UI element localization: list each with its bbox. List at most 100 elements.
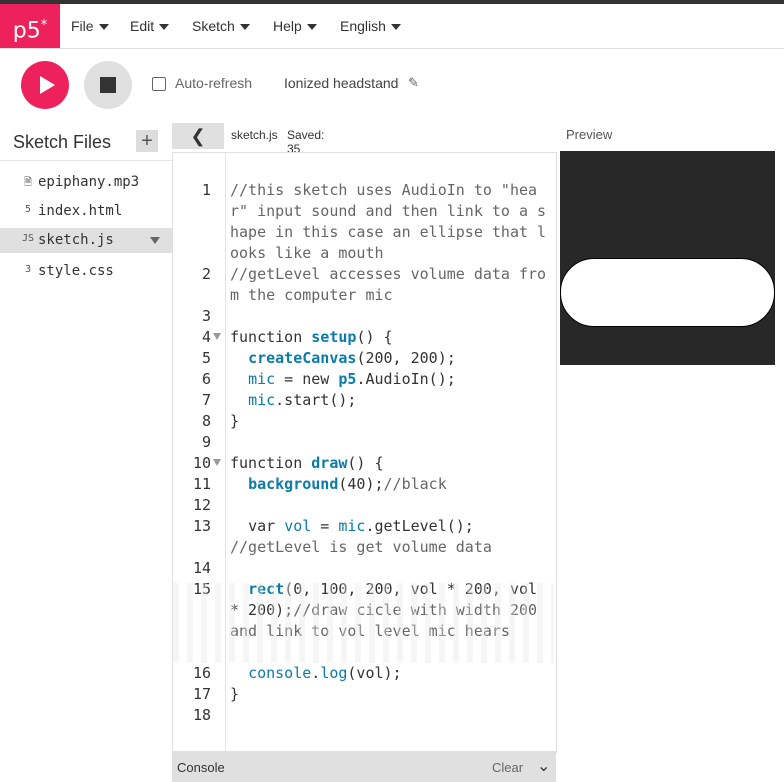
- console-clear-button[interactable]: Clear: [492, 760, 523, 775]
- code-token: = new: [275, 370, 339, 388]
- js-icon: JS: [21, 233, 35, 244]
- rect-shape: [560, 258, 775, 327]
- divider: [0, 160, 172, 161]
- fold-arrow-icon[interactable]: [213, 333, 221, 340]
- code-token: setup: [311, 328, 357, 346]
- file-item-style[interactable]: 3 style.css: [0, 259, 172, 284]
- console-label: Console: [177, 760, 225, 775]
- line-number: 10: [192, 454, 211, 472]
- toolbar: Auto-refresh Ionized headstand ✎: [0, 49, 784, 121]
- menu-language-label: English: [340, 18, 386, 34]
- code-token: vol: [284, 517, 312, 535]
- preview-label: Preview: [566, 127, 613, 142]
- line-number: 16: [192, 664, 211, 682]
- project-name[interactable]: Ionized headstand: [284, 75, 398, 91]
- stop-button[interactable]: [84, 61, 132, 109]
- line-number: 1: [201, 181, 211, 199]
- chevron-down-icon: [98, 24, 109, 31]
- sidebar-title: Sketch Files: [13, 132, 112, 152]
- menu-file-label: File: [71, 18, 94, 34]
- code-token: console: [248, 664, 312, 682]
- code-line-2: //getLevel accesses volume data from the…: [230, 265, 547, 304]
- nav-bar: p5* File Edit Sketch Help English: [0, 4, 784, 49]
- pencil-icon[interactable]: ✎: [408, 75, 419, 91]
- code-token: .getLevel();: [365, 517, 474, 535]
- line-number: 3: [201, 307, 211, 325]
- stop-icon: [100, 77, 116, 93]
- code-token: var: [248, 517, 285, 535]
- file-name: style.css: [38, 263, 114, 279]
- code-line-1: //this sketch uses AudioIn to "hear" inp…: [230, 181, 547, 262]
- menu-file[interactable]: File: [71, 4, 109, 48]
- code-token: =: [311, 517, 339, 535]
- chevron-down-icon: [306, 24, 317, 31]
- collapse-sidebar-button[interactable]: ❮: [172, 123, 224, 149]
- code-line-15: rect(0, 100, 200, vol * 200, vol * 200);…: [230, 579, 550, 642]
- code-token: .AudioIn();: [356, 370, 456, 388]
- code-token: draw: [311, 454, 348, 472]
- code-token: //black: [383, 475, 447, 493]
- console-bar[interactable]: Console Clear ⌄: [172, 751, 556, 782]
- code-line-8: }: [230, 412, 240, 430]
- code-token: () {: [347, 454, 384, 472]
- file-icon: 🗎: [23, 177, 33, 188]
- code-token: //getLevel is get volume data: [230, 538, 492, 556]
- file-item-epiphany[interactable]: 🗎 epiphany.mp3: [0, 170, 172, 195]
- add-file-button[interactable]: +: [136, 130, 158, 152]
- menu-language[interactable]: English: [340, 4, 401, 48]
- code-token: createCanvas: [248, 349, 357, 367]
- file-item-index[interactable]: 5 index.html: [0, 199, 172, 224]
- line-number: 6: [201, 370, 211, 388]
- code-token: rect: [248, 580, 285, 598]
- file-item-sketch[interactable]: JS sketch.js: [0, 228, 172, 253]
- code-token: background: [248, 475, 339, 493]
- chevron-down-icon: [239, 24, 250, 31]
- line-number: 7: [201, 391, 211, 409]
- code-line-13: var vol = mic.getLevel(); //getLevel is …: [230, 516, 550, 558]
- menu-help[interactable]: Help: [273, 4, 317, 48]
- chevron-down-icon[interactable]: ⌄: [537, 756, 550, 776]
- code-token: (200, 200);: [356, 349, 456, 367]
- code-line-11: background(40);//black: [230, 474, 550, 495]
- code-line-7: mic.start();: [230, 390, 550, 411]
- editor-header: ❮ sketch.js Saved: 35: [172, 122, 556, 156]
- play-button[interactable]: [21, 61, 69, 109]
- code-token: .start();: [275, 391, 357, 409]
- auto-refresh-checkbox[interactable]: [152, 77, 166, 91]
- file-name: index.html: [38, 203, 123, 219]
- chevron-down-icon: [159, 24, 170, 31]
- menu-edit-label: Edit: [130, 18, 155, 34]
- sidebar: Sketch Files + 🗎 epiphany.mp3 5 index.ht…: [0, 122, 172, 782]
- preview-canvas[interactable]: [560, 151, 775, 365]
- code-token: p5: [338, 370, 357, 388]
- html-icon: 5: [24, 204, 32, 215]
- code-editor[interactable]: 1 2 3 4 5 6 7 8 9 10 11 12 13 14 15 16 1…: [172, 152, 557, 753]
- file-name: sketch.js: [38, 232, 114, 248]
- code-token: mic: [248, 370, 276, 388]
- code-line-10: function draw() {: [230, 453, 550, 474]
- line-number: 4: [201, 328, 211, 346]
- line-number: 12: [192, 496, 211, 514]
- chevron-down-icon: [390, 24, 401, 31]
- code-line-17: }: [230, 685, 240, 703]
- fold-arrow-icon[interactable]: [213, 459, 221, 466]
- line-number: 15: [192, 580, 211, 598]
- line-number: 8: [201, 412, 211, 430]
- code-token: function: [230, 454, 312, 472]
- code-token: function: [230, 328, 312, 346]
- line-number: 5: [201, 349, 211, 367]
- code-line-5: createCanvas(200, 200);: [230, 348, 550, 369]
- code-line-16: console.log(vol);: [230, 663, 550, 684]
- code-token: () {: [356, 328, 393, 346]
- line-number-gutter: 1 2 3 4 5 6 7 8 9 10 11 12 13 14 15 16 1…: [173, 153, 226, 752]
- logo-asterisk: *: [40, 18, 48, 33]
- menu-sketch[interactable]: Sketch: [192, 4, 250, 48]
- p5-logo[interactable]: p5*: [0, 4, 60, 48]
- editor-tab-name: sketch.js: [231, 128, 278, 142]
- auto-refresh-label[interactable]: Auto-refresh: [175, 75, 252, 91]
- line-number: 2: [201, 265, 211, 283]
- code-line-6: mic = new p5.AudioIn();: [230, 369, 550, 390]
- menu-edit[interactable]: Edit: [130, 4, 170, 48]
- play-icon: [40, 76, 55, 94]
- file-options-chevron-icon[interactable]: [150, 237, 160, 244]
